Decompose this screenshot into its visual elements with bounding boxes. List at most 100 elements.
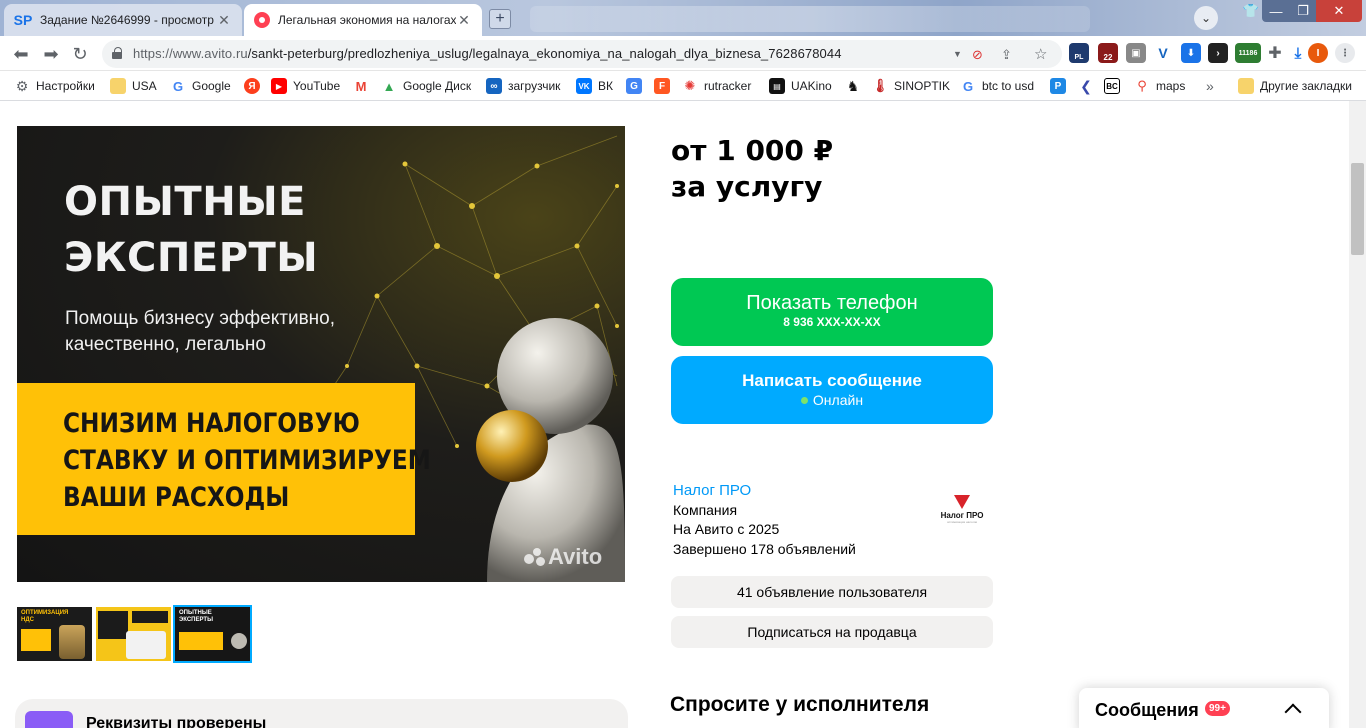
folder-icon [1238, 78, 1254, 94]
menu-icon[interactable]: ⋮ [1335, 43, 1355, 63]
minimize-button[interactable]: — [1262, 0, 1290, 22]
seller-info: Налог ПРО Компания На Авито с 2025 Завер… [673, 481, 856, 559]
loop-icon: ∞ [486, 78, 502, 94]
thumbnail-label: ОПТИМИЗАЦИЯ НДС [21, 610, 69, 623]
share-icon[interactable]: ⇪ [1001, 47, 1012, 63]
vk-icon: VK [576, 78, 592, 94]
bookmark-settings[interactable]: ⚙ Настройки [14, 78, 95, 94]
bookmark-google[interactable]: G Google [170, 78, 231, 94]
google-icon: G [170, 78, 186, 94]
chevron-up-icon[interactable] [1285, 702, 1299, 716]
reload-icon[interactable]: ↻ [69, 43, 91, 65]
tab-search-icon[interactable]: ⌄ [1194, 6, 1218, 30]
terminal-icon[interactable]: › [1208, 43, 1228, 63]
briefcase-icon[interactable]: ▣ [1126, 43, 1146, 63]
main-photo[interactable]: ОПЫТНЫЕ ЭКСПЕРТЫ Помощь бизнесу эффективн… [17, 126, 625, 582]
back-arrow-icon[interactable]: ⬅ [10, 43, 32, 65]
puzzle-icon[interactable]: ✚ [1265, 43, 1285, 63]
seller-since: На Авито с 2025 [673, 521, 780, 537]
url-input[interactable]: https://www.avito.ru/sankt-peterburg/pre… [102, 40, 1062, 68]
bookmark-vk[interactable]: VK ВК [576, 78, 613, 94]
bookmark-translate[interactable]: G [626, 78, 648, 94]
maps-icon: ⚲ [1134, 78, 1150, 94]
gmail-icon: M [353, 78, 369, 94]
bookmark-p[interactable]: P [1050, 78, 1072, 94]
profile-avatar-icon[interactable]: I [1308, 43, 1328, 63]
bookmark-youtube[interactable]: ▶ YouTube [271, 78, 340, 94]
chess-icon: ♞ [845, 77, 861, 94]
youtube-icon: ▶ [271, 78, 287, 94]
more-bookmarks-icon[interactable]: » [1206, 78, 1214, 94]
downloads-icon[interactable]: ⤓ [1288, 43, 1308, 63]
star-icon[interactable]: ☆ [1034, 45, 1047, 63]
seller-logo-subtext: оптимизация налогов [946, 520, 978, 524]
banner-promo-text: СНИЗИМ НАЛОГОВУЮ СТАВКУ И ОПТИМИЗИРУЕМ ВАШ… [63, 408, 431, 513]
show-phone-label: Показать телефон [746, 292, 918, 314]
bookmark-rutracker[interactable]: ✺ rutracker [682, 78, 751, 94]
tab-title: Задание №2646999 - просмотр з [40, 13, 216, 27]
bookmark-google-drive[interactable]: ▲ Google Диск [381, 78, 471, 94]
subscribe-seller-button[interactable]: Подписаться на продавца [671, 616, 993, 648]
dropdown-icon[interactable]: ▼ [953, 49, 962, 59]
bookmark-uakino[interactable]: ▤ UAKino [769, 78, 832, 94]
checkmark-badge-icon [25, 711, 73, 728]
thumbnail-3[interactable]: ОПЫТНЫЕ ЭКСПЕРТЫ [173, 605, 252, 663]
background-tabs[interactable] [530, 6, 1090, 32]
shirt-icon[interactable]: 👕 [1240, 0, 1262, 22]
user-ads-button[interactable]: 41 объявление пользователя [671, 576, 993, 608]
sp-favicon-icon: SP [13, 12, 33, 28]
bookmark-usa[interactable]: USA [110, 78, 157, 94]
new-tab-button[interactable]: + [489, 9, 511, 29]
blocked-icon[interactable]: ⊘ [972, 47, 983, 63]
messages-title: Сообщения [1095, 700, 1199, 720]
thumbnail-label: ОПЫТНЫЕ ЭКСПЕРТЫ [179, 610, 213, 623]
counter-ext-icon[interactable]: 22 [1098, 43, 1118, 63]
bookmark-btc-to-usd[interactable]: Gbtc to usd [960, 78, 1034, 94]
tab-task[interactable]: SP Задание №2646999 - просмотр з ✕ [4, 4, 242, 36]
tab-title: Легальная экономия на налогах д [278, 13, 456, 27]
unread-badge: 99+ [1205, 701, 1230, 716]
bookmark-downloader[interactable]: ∞ загрузчик [486, 78, 560, 94]
maximize-button[interactable]: ❐ [1290, 0, 1316, 22]
avito-watermark: Avito [524, 544, 602, 570]
scrollbar-thumb[interactable] [1351, 163, 1364, 255]
online-dot-icon [800, 397, 808, 404]
bookmark-sinoptik[interactable]: 🌡 SINOPTIK [872, 78, 950, 94]
thermometer-icon: 🌡 [871, 78, 889, 94]
bookmark-gmail[interactable]: M [353, 78, 375, 94]
f-icon: F [654, 78, 670, 94]
seller-avatar[interactable]: Налог ПРО оптимизация налогов [933, 486, 991, 544]
seller-logo-text: Налог ПРО [940, 511, 984, 520]
bookmark-yandex[interactable]: Я [244, 78, 266, 94]
lock-icon [112, 47, 122, 59]
close-icon[interactable]: ✕ [456, 12, 472, 29]
tab-avito[interactable]: Легальная экономия на налогах д ✕ [244, 4, 482, 36]
gear-icon: ⚙ [15, 77, 29, 94]
bitcoin-ext-icon[interactable]: 11186 [1235, 43, 1261, 63]
address-bar-row: ⬅ ➡ ↻ https://www.avito.ru/sankt-peterbu… [0, 36, 1366, 71]
write-message-label: Написать сообщение [742, 371, 922, 390]
v-ext-icon[interactable]: V [1153, 43, 1173, 63]
download-ext-icon[interactable]: ⬇ [1181, 43, 1201, 63]
bookmark-maps[interactable]: ⚲ maps [1134, 78, 1185, 94]
tab-strip: SP Задание №2646999 - просмотр з ✕ Легал… [0, 0, 1366, 36]
forward-arrow-icon[interactable]: ➡ [40, 43, 62, 65]
close-window-button[interactable]: ✕ [1316, 0, 1362, 22]
bookmark-bc[interactable]: BC [1104, 78, 1126, 94]
close-icon[interactable]: ✕ [216, 12, 232, 29]
banner-headline: ОПЫТНЫЕ ЭКСПЕРТЫ [64, 179, 319, 281]
show-phone-button[interactable]: Показать телефон 8 936 XXX-XX-XX [671, 278, 993, 346]
record-icon [254, 12, 270, 28]
messages-panel[interactable]: Сообщения 99+ [1079, 688, 1329, 728]
thumbnail-2[interactable] [96, 607, 171, 661]
write-message-button[interactable]: Написать сообщение Онлайн [671, 356, 993, 424]
bookmark-chess[interactable]: ♞ [845, 78, 867, 94]
bookmark-arrow[interactable]: ❮ [1078, 78, 1100, 94]
bookmark-other[interactable]: Другие закладки [1238, 78, 1352, 94]
seller-name-link[interactable]: Налог ПРО [673, 481, 856, 501]
banner-subtitle: Помощь бизнесу эффективно, качественно, л… [65, 308, 336, 355]
thumbnail-1[interactable]: ОПТИМИЗАЦИЯ НДС [17, 607, 92, 661]
globe-pl-icon[interactable]: PL [1069, 43, 1089, 63]
verified-requisites-card[interactable]: Реквизиты проверены [15, 699, 628, 728]
bookmark-f[interactable]: F [654, 78, 676, 94]
